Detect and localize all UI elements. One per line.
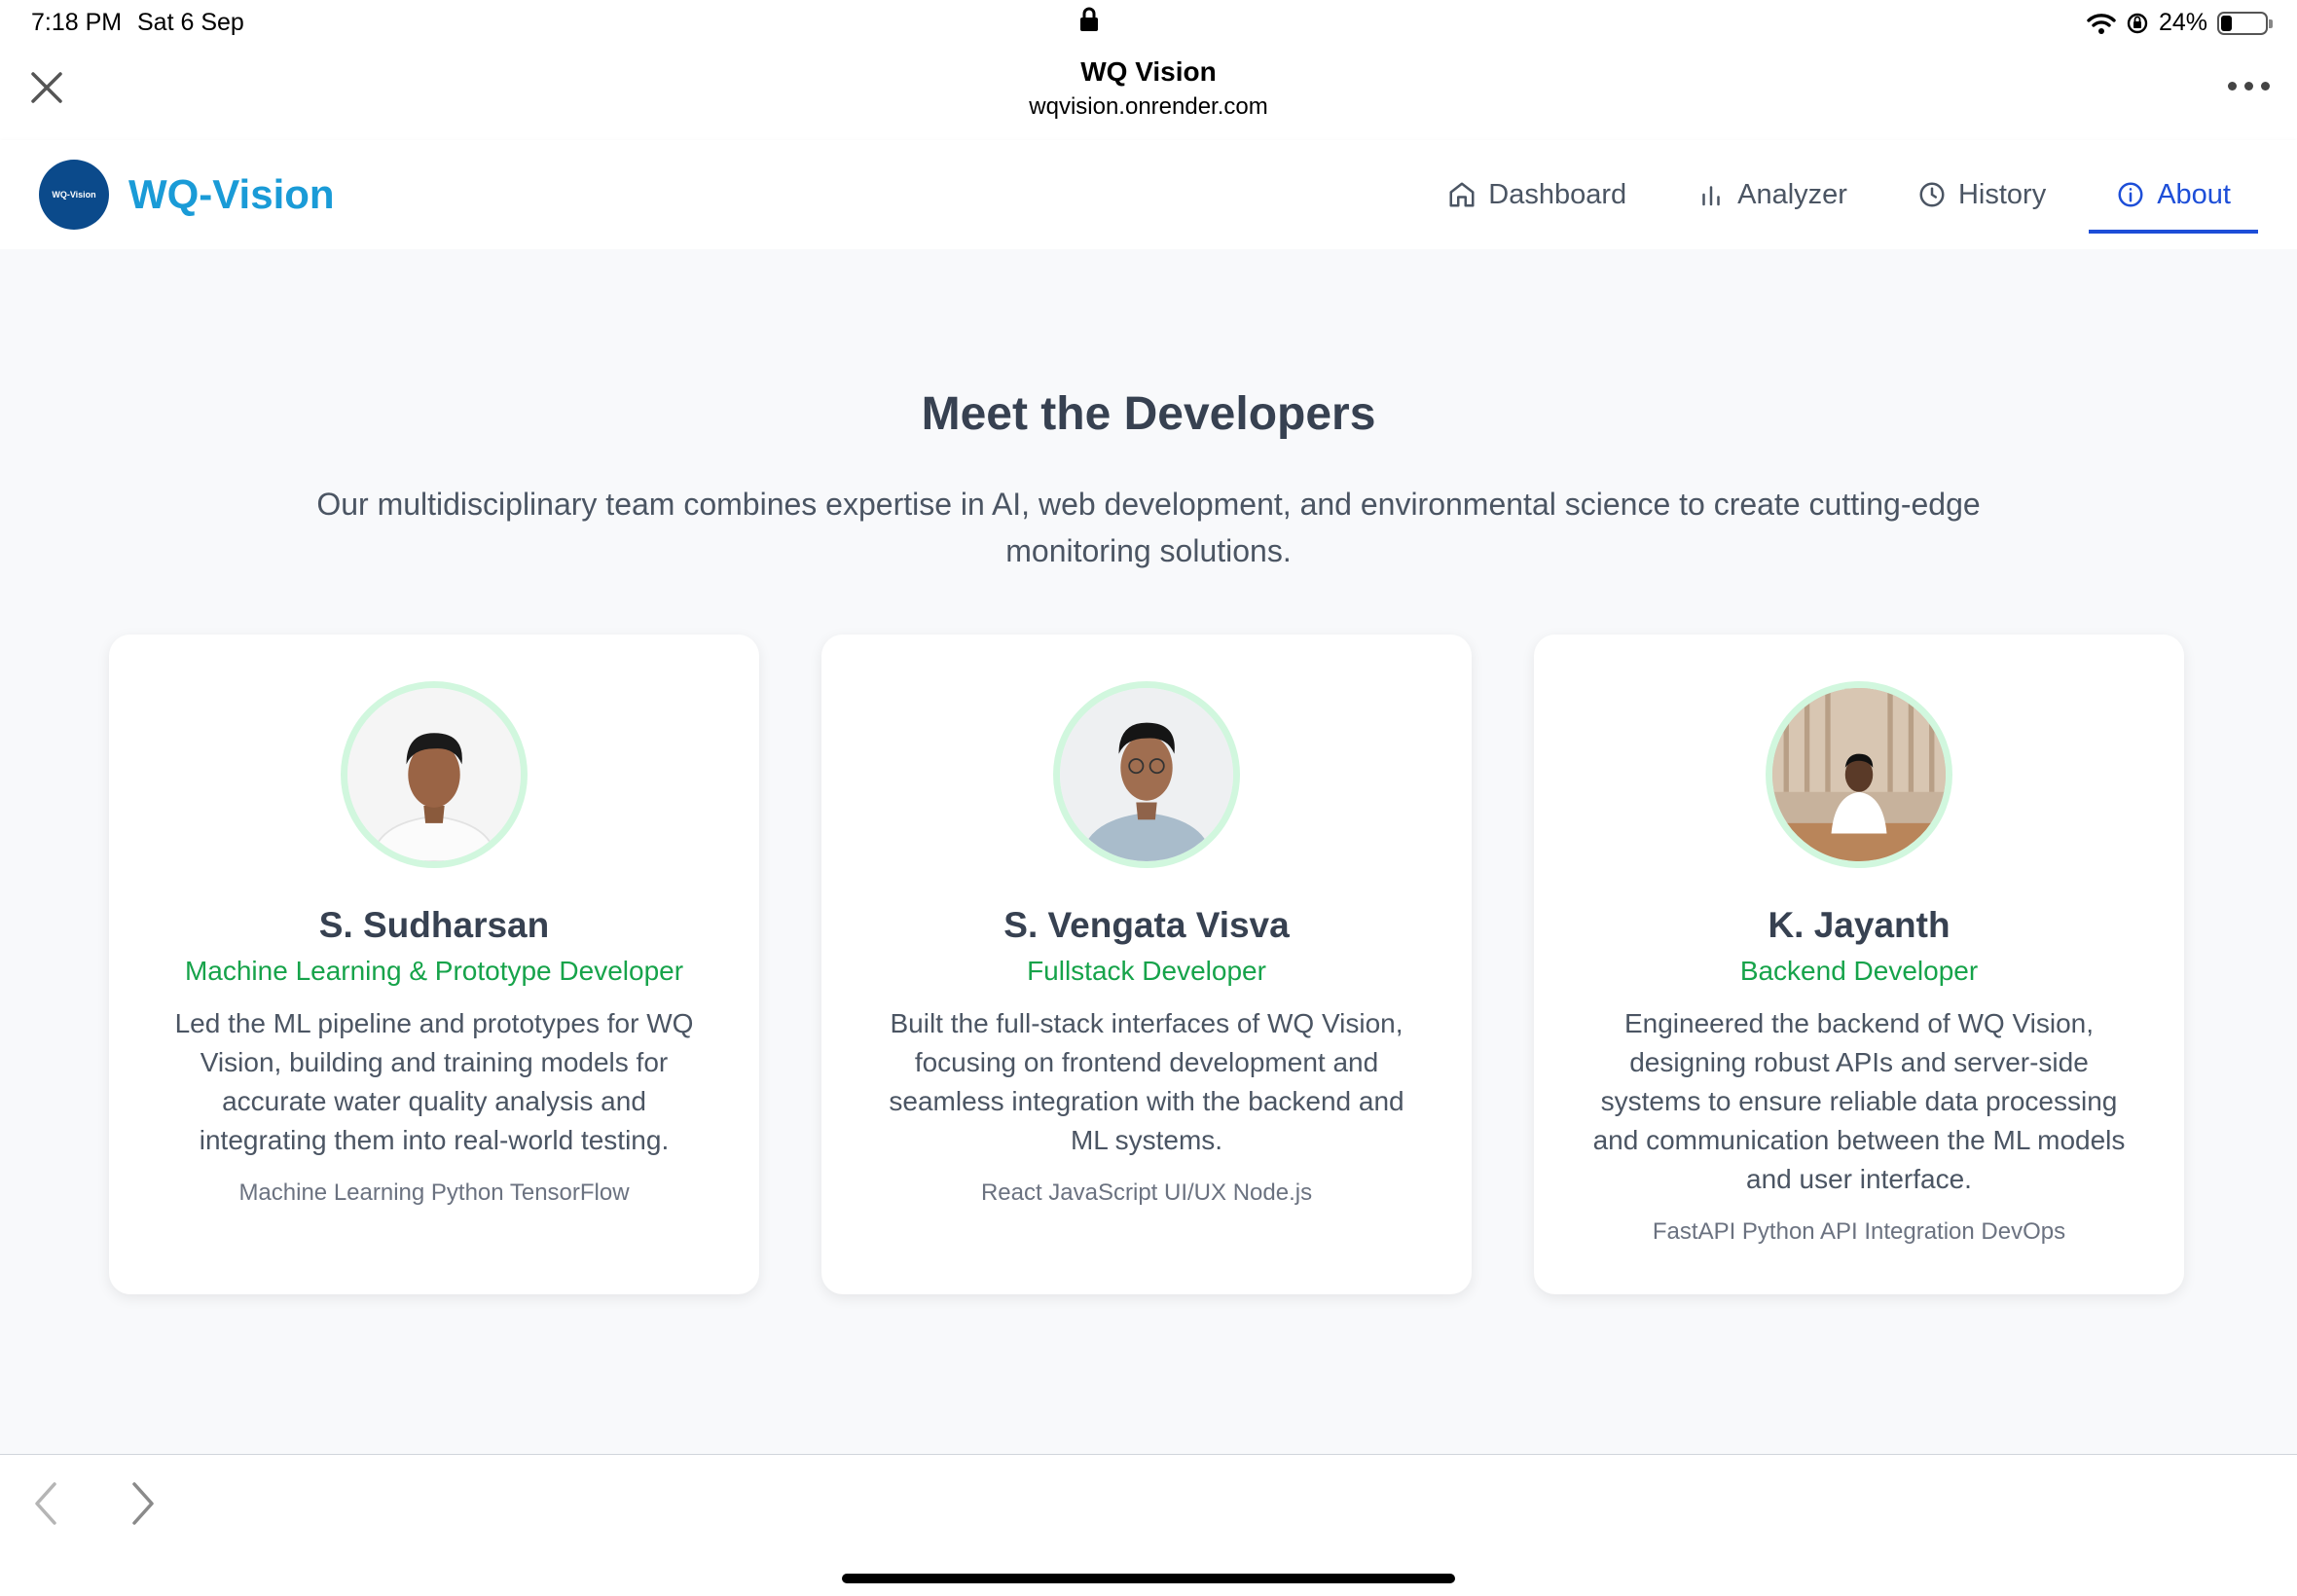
browser-title: WQ Vision bbox=[1080, 56, 1217, 87]
developer-name: S. Vengata Visva bbox=[1003, 905, 1290, 945]
status-date: Sat 6 Sep bbox=[137, 9, 244, 36]
developer-description: Built the full-stack interfaces of WQ Vi… bbox=[889, 1008, 1404, 1155]
developer-card: S. Sudharsan Machine Learning & Prototyp… bbox=[109, 635, 759, 1294]
forward-chevron-icon[interactable] bbox=[123, 1478, 162, 1529]
developer-photo bbox=[1766, 681, 1952, 868]
more-options-button[interactable] bbox=[2228, 82, 2270, 91]
nav-about[interactable]: About bbox=[2089, 140, 2258, 249]
main-nav: Dashboard Analyzer History About bbox=[1420, 140, 2258, 249]
developer-skills: FastAPI Python API Integration DevOps bbox=[1652, 1218, 2066, 1245]
developer-skills: Machine Learning Python TensorFlow bbox=[238, 1179, 630, 1206]
browser-bar: WQ Vision wqvision.onrender.com bbox=[0, 47, 2297, 140]
developer-description: Engineered the backend of WQ Vision, des… bbox=[1592, 1008, 2126, 1194]
developer-name: K. Jayanth bbox=[1768, 905, 1951, 945]
wifi-icon bbox=[2087, 13, 2116, 34]
person-avatar-icon bbox=[347, 688, 521, 861]
nav-about-label: About bbox=[2157, 178, 2231, 210]
orientation-lock-icon bbox=[2127, 13, 2148, 33]
status-bar: 7:18 PM Sat 6 Sep 24% bbox=[0, 0, 2297, 47]
lock-icon bbox=[1080, 7, 1098, 31]
info-icon bbox=[2118, 182, 2143, 207]
battery-fill bbox=[2221, 15, 2232, 31]
developer-card: K. Jayanth Backend Developer Engineered … bbox=[1534, 635, 2184, 1294]
battery-percent: 24% bbox=[2158, 9, 2207, 36]
nav-analyzer[interactable]: Analyzer bbox=[1669, 140, 1875, 249]
person-avatar-icon bbox=[1772, 688, 1946, 861]
back-chevron-icon[interactable] bbox=[27, 1478, 66, 1529]
home-indicator[interactable] bbox=[842, 1574, 1455, 1583]
home-icon bbox=[1449, 182, 1475, 207]
app-logo[interactable]: WQ-Vision bbox=[39, 160, 109, 230]
developer-card: S. Vengata Visva Fullstack Developer Bui… bbox=[821, 635, 1472, 1294]
dot-icon bbox=[2261, 82, 2270, 91]
developer-skills: React JavaScript UI/UX Node.js bbox=[980, 1179, 1313, 1206]
nav-history[interactable]: History bbox=[1890, 140, 2073, 249]
developer-description: Led the ML pipeline and prototypes for W… bbox=[174, 1008, 694, 1155]
bar-chart-icon bbox=[1702, 186, 1720, 206]
developer-role: Backend Developer bbox=[1739, 956, 1979, 986]
nav-history-label: History bbox=[1957, 178, 2047, 210]
nav-analyzer-label: Analyzer bbox=[1737, 178, 1847, 210]
page-title: Meet the Developers bbox=[921, 388, 1376, 440]
browser-url[interactable]: wqvision.onrender.com bbox=[0, 93, 2297, 121]
logo-text: WQ-Vision bbox=[52, 190, 96, 200]
developer-photo bbox=[341, 681, 528, 868]
status-right: 24% bbox=[2087, 9, 2273, 37]
nav-dashboard-label: Dashboard bbox=[1488, 178, 1627, 210]
person-avatar-icon bbox=[1060, 688, 1233, 861]
battery-icon bbox=[2217, 11, 2273, 35]
clock-icon bbox=[1919, 182, 1945, 207]
brand-name[interactable]: WQ-Vision bbox=[128, 171, 335, 218]
bottom-toolbar bbox=[0, 1454, 2297, 1596]
developer-cards: S. Sudharsan Machine Learning & Prototyp… bbox=[109, 635, 2184, 1294]
developer-role: Machine Learning & Prototype Developer bbox=[184, 956, 684, 986]
developer-role: Fullstack Developer bbox=[1027, 956, 1266, 986]
developer-name: S. Sudharsan bbox=[318, 905, 550, 945]
app-navbar: WQ-Vision WQ-Vision Dashboard Analyzer H… bbox=[0, 140, 2297, 249]
nav-dashboard[interactable]: Dashboard bbox=[1420, 140, 1654, 249]
status-time: 7:18 PM bbox=[31, 9, 123, 36]
about-page: Meet the Developers Our multidisciplinar… bbox=[0, 249, 2297, 1454]
dot-icon bbox=[2244, 82, 2253, 91]
dot-icon bbox=[2228, 82, 2237, 91]
page-subtitle: Our multidisciplinary team combines expe… bbox=[316, 487, 1981, 568]
developer-photo bbox=[1053, 681, 1240, 868]
